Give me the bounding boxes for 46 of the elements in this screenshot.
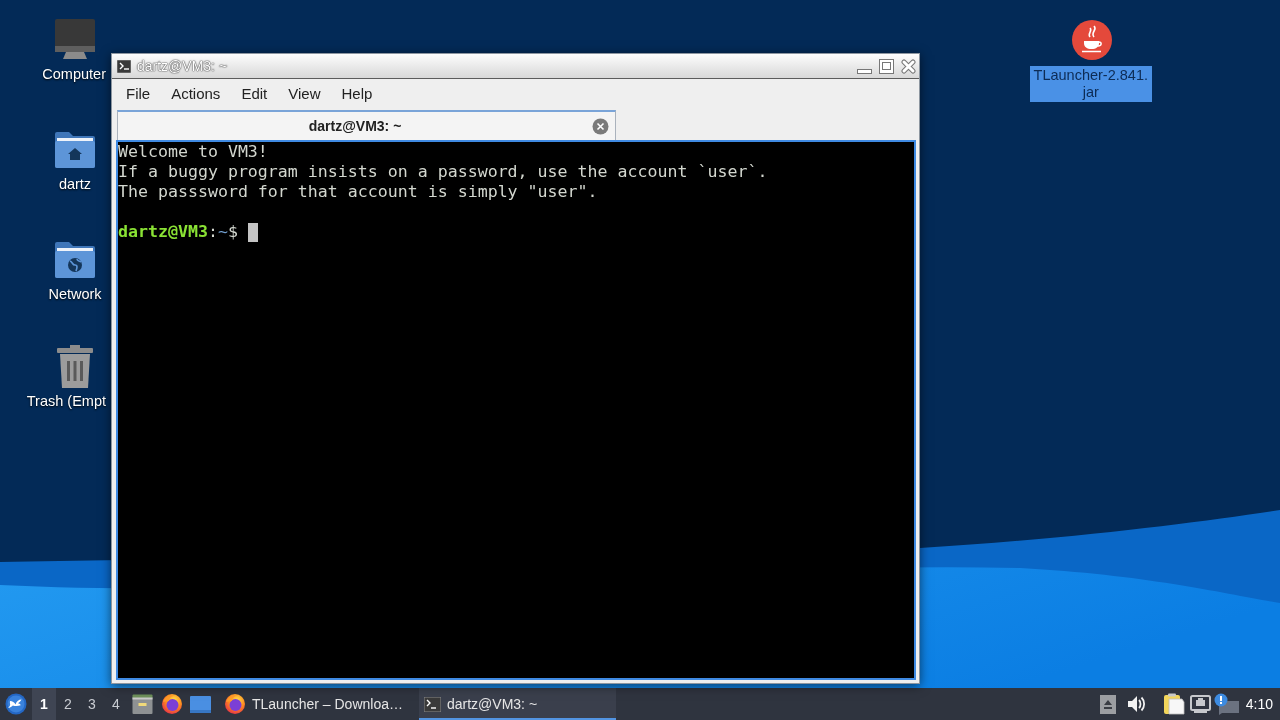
window-title: dartz@VM3: ~: [137, 58, 228, 74]
icon-label[interactable]: Network: [44, 285, 106, 304]
window-icon[interactable]: [190, 695, 211, 713]
workspace-button[interactable]: 4: [104, 688, 128, 720]
eject-icon[interactable]: [1099, 694, 1116, 714]
menu-item[interactable]: Actions: [164, 81, 228, 106]
monitor-icon[interactable]: [53, 19, 97, 59]
icon-label[interactable]: Trash (Empt: [22, 392, 110, 411]
icon-label[interactable]: dartz: [54, 175, 96, 194]
icon-label[interactable]: TLauncher-2.841. jar: [1029, 66, 1152, 102]
terminal-output-line: Welcome to VM3!: [118, 142, 268, 162]
browser-icon[interactable]: [224, 693, 246, 715]
terminal-output-line: If a buggy program insists on a password, use the account `user`.: [118, 162, 768, 182]
maximize-icon: [879, 58, 894, 74]
icon-label[interactable]: Computer: [38, 65, 110, 84]
shell-prompt: dartz@VM3:~$: [118, 222, 238, 242]
close-button[interactable]: [901, 58, 916, 74]
menu-item[interactable]: Edit: [234, 81, 275, 106]
menu-item[interactable]: File: [119, 81, 158, 106]
clipboard-icon[interactable]: [1162, 693, 1185, 715]
terminal-tab[interactable]: dartz@VM3: ~: [117, 110, 616, 140]
browser-icon[interactable]: [160, 693, 183, 715]
menu-item[interactable]: View: [281, 81, 328, 106]
clock[interactable]: 4:10: [1245, 696, 1280, 712]
close-icon: [901, 58, 916, 74]
home-folder-icon[interactable]: [55, 130, 95, 168]
workspace-button[interactable]: 2: [56, 688, 80, 720]
minimize-icon: [857, 68, 872, 74]
trash-can-icon[interactable]: [56, 344, 94, 388]
java-cup-icon[interactable]: [1071, 20, 1112, 60]
task-button[interactable]: TLauncher – Downloa…: [219, 688, 416, 720]
maximize-button[interactable]: [879, 58, 894, 74]
network-wired-icon[interactable]: [1189, 695, 1211, 713]
file-cabinet-icon[interactable]: [132, 694, 153, 714]
close-tab-button[interactable]: [592, 117, 609, 135]
volume-icon[interactable]: [1126, 695, 1146, 713]
close-icon: [592, 117, 609, 135]
terminal-icon: [117, 59, 131, 73]
terminal-output-line: The passsword for that account is simply "user".: [118, 182, 598, 202]
menu-item[interactable]: Help: [334, 81, 380, 106]
task-button[interactable]: dartz@VM3: ~: [419, 688, 616, 720]
workspace-button[interactable]: 1: [32, 688, 56, 720]
terminal-icon[interactable]: [424, 696, 441, 712]
notification-icon[interactable]: [1213, 693, 1240, 715]
globe-folder-icon[interactable]: [55, 240, 95, 278]
workspace-button[interactable]: 3: [80, 688, 104, 720]
